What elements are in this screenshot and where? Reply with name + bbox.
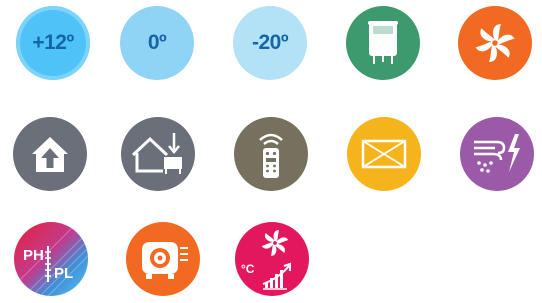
air-handler-icon[interactable]	[126, 222, 200, 296]
celsius-label: °C	[241, 262, 255, 276]
dehumidifier-lightning-glyph	[474, 134, 520, 173]
remote-control-glyph	[259, 133, 283, 178]
dehumidifier-lightning-icon[interactable]	[460, 117, 534, 191]
boiler-glyph	[368, 21, 398, 64]
house-outdoor-unit-glyph	[131, 133, 182, 174]
temperature-0-label: 0º	[147, 31, 167, 54]
pl-label: PL	[54, 265, 74, 282]
envelope-panel-glyph	[361, 139, 407, 169]
ph-label: PH	[23, 247, 44, 264]
house-up-arrow-glyph	[32, 137, 68, 172]
fan-icon[interactable]	[458, 6, 532, 80]
fan-temperature-chart-icon[interactable]: °C	[235, 222, 309, 296]
temperature-plus-12-icon[interactable]: +12º	[16, 6, 90, 80]
air-handler-glyph	[142, 242, 188, 279]
fan-glyph	[475, 24, 515, 62]
envelope-panel-icon[interactable]	[347, 117, 421, 191]
fan-temperature-chart-glyph	[261, 230, 291, 290]
ph-pl-gradient-icon[interactable]: PH PL	[14, 222, 88, 296]
remote-control-icon[interactable]	[234, 117, 308, 191]
temperature-plus-12-label: +12º	[32, 31, 74, 54]
temperature-0-icon[interactable]: 0º	[120, 6, 194, 80]
house-up-arrow-icon[interactable]	[13, 117, 87, 191]
temperature-minus-20-label: -20º	[251, 31, 289, 54]
temperature-minus-20-icon[interactable]: -20º	[233, 6, 307, 80]
boiler-icon[interactable]	[346, 6, 420, 80]
icon-grid: +12º 0º -20º PH PL °C	[0, 0, 542, 303]
house-outdoor-unit-icon[interactable]	[121, 117, 195, 191]
